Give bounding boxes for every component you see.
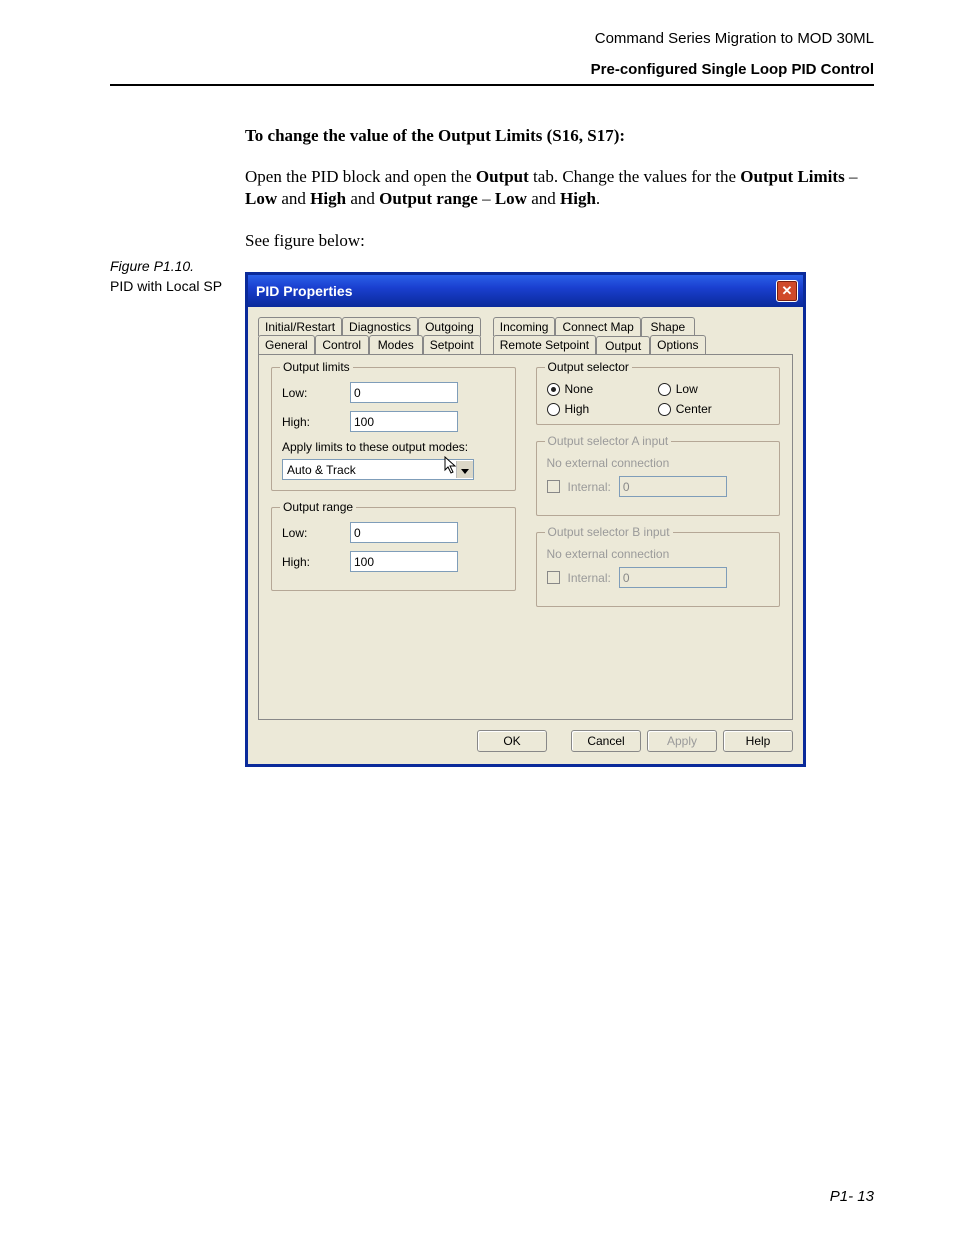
dialog-button-row: OK Cancel Apply Help — [248, 720, 803, 764]
tab-options[interactable]: Options — [650, 335, 705, 355]
label-limits-high: High: — [282, 415, 342, 429]
section-title: Pre-configured Single Loop PID Control — [110, 61, 874, 78]
tab-incoming[interactable]: Incoming — [493, 317, 556, 336]
radio-icon — [547, 403, 560, 416]
instruction-paragraph: Open the PID block and open the Output t… — [245, 166, 874, 210]
radio-selector-high[interactable]: High — [547, 402, 658, 416]
input-range-high[interactable] — [350, 551, 458, 572]
label-range-low: Low: — [282, 526, 342, 540]
label-selector-a-internal: Internal: — [568, 480, 611, 494]
input-range-low[interactable] — [350, 522, 458, 543]
cancel-button[interactable]: Cancel — [571, 730, 641, 752]
pid-properties-dialog: PID Properties ✕ Initial/Restart Diagnos… — [245, 272, 806, 767]
page-number: P1- 13 — [830, 1188, 874, 1205]
checkbox-selector-a-internal — [547, 480, 560, 493]
radio-selector-low[interactable]: Low — [658, 382, 769, 396]
group-output-range: Output range Low: High: — [271, 507, 516, 591]
input-selector-b-internal — [619, 567, 727, 588]
figure-caption: Figure P1.10. PID with Local SP — [110, 258, 235, 294]
close-icon: ✕ — [782, 283, 793, 299]
radio-icon — [658, 383, 671, 396]
legend-output-limits: Output limits — [280, 360, 353, 374]
dropdown-arrow[interactable] — [456, 461, 473, 478]
combo-apply-limits[interactable]: Auto & Track — [282, 459, 474, 480]
group-output-selector: Output selector None Low — [536, 367, 781, 425]
tab-row-back: Initial/Restart Diagnostics Outgoing Inc… — [258, 317, 793, 336]
doc-title: Command Series Migration to MOD 30ML — [110, 30, 874, 47]
tab-output[interactable]: Output — [596, 336, 650, 356]
header-rule — [110, 84, 874, 86]
text-selector-a-conn: No external connection — [547, 456, 770, 470]
label-limits-low: Low: — [282, 386, 342, 400]
help-button[interactable]: Help — [723, 730, 793, 752]
input-limits-high[interactable] — [350, 411, 458, 432]
close-button[interactable]: ✕ — [776, 280, 798, 302]
group-selector-b: Output selector B input No external conn… — [536, 532, 781, 607]
radio-selector-none[interactable]: None — [547, 382, 658, 396]
input-limits-low[interactable] — [350, 382, 458, 403]
tab-diagnostics[interactable]: Diagnostics — [342, 317, 418, 336]
tab-general[interactable]: General — [258, 335, 315, 355]
see-figure-text: See figure below: — [245, 230, 874, 252]
tab-remote-setpoint[interactable]: Remote Setpoint — [493, 335, 596, 355]
tab-modes[interactable]: Modes — [369, 335, 423, 355]
label-range-high: High: — [282, 555, 342, 569]
tab-initial-restart[interactable]: Initial/Restart — [258, 317, 342, 336]
apply-button[interactable]: Apply — [647, 730, 717, 752]
radio-icon — [547, 383, 560, 396]
tab-control[interactable]: Control — [315, 335, 369, 355]
tab-body-output: Output limits Low: High: Apply limits to… — [258, 354, 793, 720]
legend-selector-a: Output selector A input — [545, 434, 672, 448]
radio-selector-center[interactable]: Center — [658, 402, 769, 416]
radio-icon — [658, 403, 671, 416]
legend-selector-b: Output selector B input — [545, 525, 673, 539]
tab-row-front: General Control Modes Setpoint Remote Se… — [258, 336, 793, 355]
checkbox-selector-b-internal — [547, 571, 560, 584]
group-selector-a: Output selector A input No external conn… — [536, 441, 781, 516]
figure-description: PID with Local SP — [110, 278, 235, 294]
titlebar: PID Properties ✕ — [248, 275, 803, 307]
instruction-heading: To change the value of the Output Limits… — [245, 126, 874, 146]
label-selector-b-internal: Internal: — [568, 571, 611, 585]
window-title: PID Properties — [256, 283, 352, 299]
tab-shape[interactable]: Shape — [641, 317, 695, 336]
tab-setpoint[interactable]: Setpoint — [423, 335, 481, 355]
legend-output-selector: Output selector — [545, 360, 632, 374]
chevron-down-icon — [457, 463, 473, 477]
label-apply-limits: Apply limits to these output modes: — [282, 440, 505, 454]
input-selector-a-internal — [619, 476, 727, 497]
tab-outgoing[interactable]: Outgoing — [418, 317, 481, 336]
text-selector-b-conn: No external connection — [547, 547, 770, 561]
figure-number: Figure P1.10. — [110, 258, 235, 274]
combo-apply-value: Auto & Track — [283, 463, 360, 477]
ok-button[interactable]: OK — [477, 730, 547, 752]
group-output-limits: Output limits Low: High: Apply limits to… — [271, 367, 516, 491]
legend-output-range: Output range — [280, 500, 356, 514]
tab-connect-map[interactable]: Connect Map — [555, 317, 640, 336]
